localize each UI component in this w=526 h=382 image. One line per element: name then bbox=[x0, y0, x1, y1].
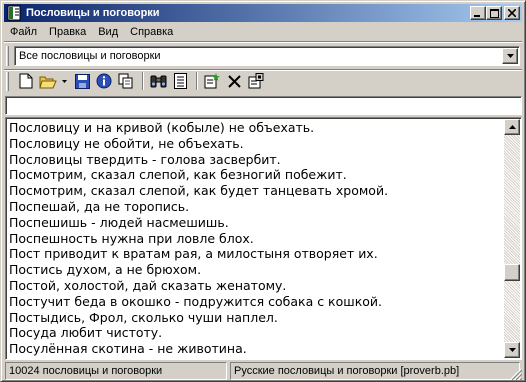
maximize-button[interactable] bbox=[486, 6, 502, 20]
menu-file[interactable]: Файл bbox=[4, 23, 43, 41]
new-icon bbox=[19, 73, 33, 89]
new-button[interactable] bbox=[16, 71, 36, 91]
find-button[interactable] bbox=[148, 71, 168, 91]
list-item[interactable]: Посулённая скотина - не животина. bbox=[8, 341, 505, 357]
toolbar-divider-1 bbox=[142, 72, 144, 90]
search-input-box[interactable] bbox=[5, 96, 522, 115]
delete-button[interactable] bbox=[224, 71, 244, 91]
open-dropdown-button[interactable] bbox=[59, 71, 69, 91]
open-button[interactable] bbox=[38, 71, 58, 91]
copy-button[interactable] bbox=[116, 71, 136, 91]
list-item[interactable]: Пословицы твердить - голова засвербит. bbox=[8, 152, 505, 168]
menu-view[interactable]: Вид bbox=[92, 23, 124, 41]
open-folder-icon bbox=[39, 76, 57, 88]
menu-bar: Файл Правка Вид Справка bbox=[4, 23, 179, 41]
minimize-icon bbox=[474, 15, 480, 17]
status-count: 10024 пословицы и поговорки bbox=[5, 362, 227, 380]
filter-band: Все пословицы и поговорки bbox=[4, 43, 522, 69]
info-icon bbox=[96, 73, 112, 89]
list-item[interactable]: Постись духом, а не брюхом. bbox=[8, 262, 505, 278]
list-document-icon bbox=[173, 73, 187, 89]
toolbar-grip[interactable] bbox=[6, 72, 9, 91]
list-item[interactable]: Пост приводит к вратам рая, а милостыня … bbox=[8, 246, 505, 262]
binoculars-search-icon bbox=[150, 75, 166, 88]
proverb-list-items: Пословицу и на кривой (кобыле) не объеха… bbox=[8, 120, 505, 357]
status-bar: 10024 пословицы и поговорки Русские посл… bbox=[4, 362, 522, 380]
save-icon bbox=[74, 73, 90, 89]
list-item[interactable]: Поспешность нужна при ловле блох. bbox=[8, 231, 505, 247]
info-button[interactable] bbox=[94, 71, 114, 91]
save-button[interactable] bbox=[72, 71, 92, 91]
resize-grip-icon[interactable] bbox=[510, 368, 522, 380]
list-item[interactable]: Посмотрим, сказал слепой, как будет танц… bbox=[8, 183, 505, 199]
toolbar-divider-2 bbox=[196, 72, 198, 90]
list-item[interactable]: Посмотрим, сказал слепой, как безногий п… bbox=[8, 167, 505, 183]
delete-icon bbox=[227, 74, 241, 88]
vertical-scrollbar[interactable] bbox=[504, 119, 520, 358]
toolbar bbox=[4, 69, 522, 93]
properties-button[interactable] bbox=[246, 71, 266, 91]
properties-icon bbox=[248, 73, 264, 89]
minimize-button[interactable] bbox=[470, 6, 486, 20]
band-grip[interactable] bbox=[6, 46, 9, 66]
scroll-down-button[interactable] bbox=[504, 342, 520, 358]
list-item[interactable]: Пословицу и на кривой (кобыле) не объеха… bbox=[8, 120, 505, 136]
list-item[interactable]: Посуда любит чистоту. bbox=[8, 325, 505, 341]
scroll-thumb[interactable] bbox=[504, 264, 520, 282]
dropdown-arrow-icon bbox=[61, 79, 67, 83]
list-item[interactable]: Постучит беда в окошко - подружится соба… bbox=[8, 294, 505, 310]
copy-icon bbox=[118, 73, 133, 89]
search-input[interactable] bbox=[6, 97, 521, 114]
list-item[interactable]: Пословицу не обойти, не объехать. bbox=[8, 136, 505, 152]
title-bar[interactable]: Пословицы и поговорки bbox=[4, 4, 522, 22]
filter-combobox[interactable]: Все пословицы и поговорки bbox=[14, 46, 520, 66]
arrow-up-icon bbox=[508, 125, 516, 129]
filter-dropdown-button[interactable] bbox=[502, 48, 518, 64]
add-button[interactable] bbox=[202, 71, 222, 91]
list-item[interactable]: Постыдись, Фрол, сколько чуши наплел. bbox=[8, 310, 505, 326]
scroll-up-button[interactable] bbox=[504, 119, 520, 135]
arrow-down-icon bbox=[508, 348, 516, 352]
add-note-icon bbox=[204, 73, 220, 89]
app-book-icon bbox=[7, 5, 21, 21]
list-item[interactable]: Поспешай, да не торопись. bbox=[8, 199, 505, 215]
filter-selected-value: Все пословицы и поговорки bbox=[19, 50, 161, 62]
maximize-icon bbox=[489, 8, 499, 18]
close-icon bbox=[508, 9, 516, 17]
list-button[interactable] bbox=[170, 71, 190, 91]
chevron-down-icon bbox=[506, 54, 514, 58]
proverb-list[interactable]: Пословицу и на кривой (кобыле) не объеха… bbox=[5, 117, 522, 360]
list-item[interactable]: Постой, холостой, дай сказать женатому. bbox=[8, 278, 505, 294]
menu-edit[interactable]: Правка bbox=[43, 23, 92, 41]
close-button[interactable] bbox=[504, 6, 520, 20]
app-window: Пословицы и поговорки Файл Правка Вид Сп… bbox=[0, 0, 526, 382]
window-title: Пословицы и поговорки bbox=[26, 7, 160, 19]
status-file: Русские пословицы и поговорки [proverb.p… bbox=[230, 362, 520, 380]
menu-help[interactable]: Справка bbox=[124, 23, 179, 41]
list-item[interactable]: Поспешишь - людей насмешишь. bbox=[8, 215, 505, 231]
